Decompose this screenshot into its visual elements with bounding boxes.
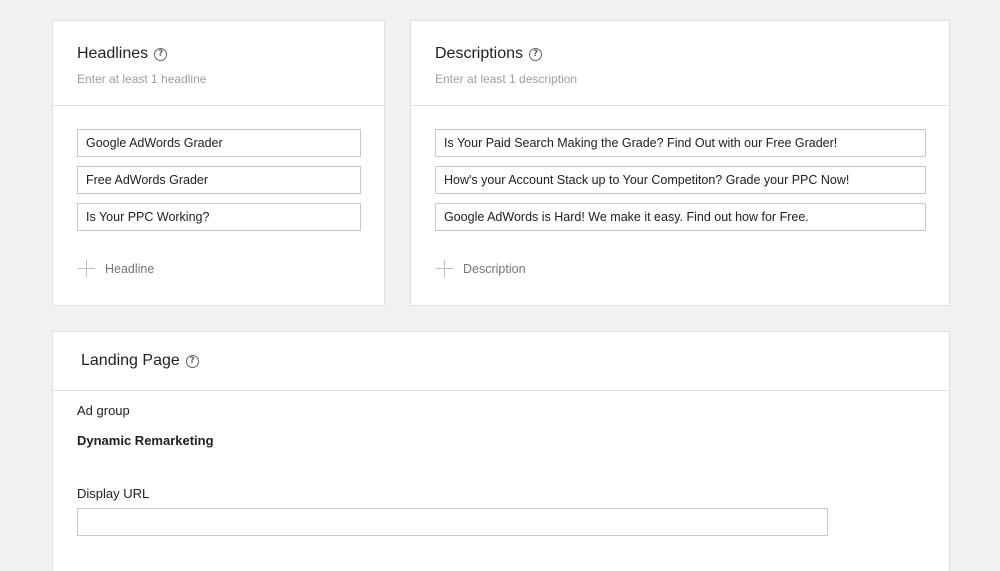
plus-icon <box>78 260 95 277</box>
descriptions-subtitle: Enter at least 1 description <box>435 72 578 86</box>
ad-group-value: Dynamic Remarketing <box>77 433 214 448</box>
headline-field-1[interactable]: Google AdWords Grader <box>77 129 361 157</box>
display-url-label: Display URL <box>77 486 150 501</box>
descriptions-title-text: Descriptions <box>435 45 524 62</box>
add-headline-button[interactable]: Headline <box>78 260 154 277</box>
descriptions-title: Descriptions ? <box>435 45 543 63</box>
headlines-header: Headlines ? Enter at least 1 headline <box>53 21 384 106</box>
landing-page-header: Landing Page ? <box>53 332 949 391</box>
headlines-title-text: Headlines <box>77 45 149 62</box>
descriptions-card: Descriptions ? Enter at least 1 descript… <box>410 20 950 306</box>
plus-icon <box>436 260 453 277</box>
headline-field-3[interactable]: Is Your PPC Working? <box>77 203 361 231</box>
headlines-title: Headlines ? <box>77 45 168 63</box>
headline-field-2[interactable]: Free AdWords Grader <box>77 166 361 194</box>
headlines-card: Headlines ? Enter at least 1 headline Go… <box>52 20 385 306</box>
description-field-1[interactable]: Is Your Paid Search Making the Grade? Fi… <box>435 129 926 157</box>
display-url-input[interactable] <box>77 508 828 536</box>
add-description-button[interactable]: Description <box>436 260 526 277</box>
landing-page-card: Landing Page ? Ad group Dynamic Remarket… <box>52 331 950 571</box>
help-circle-icon[interactable]: ? <box>185 354 199 368</box>
help-circle-icon[interactable]: ? <box>154 47 168 61</box>
add-headline-label: Headline <box>105 261 155 276</box>
help-circle-icon[interactable]: ? <box>529 47 543 61</box>
headlines-subtitle: Enter at least 1 headline <box>77 72 207 86</box>
landing-page-title: Landing Page ? <box>81 352 199 370</box>
landing-page-title-text: Landing Page <box>81 352 180 369</box>
ad-group-label: Ad group <box>77 403 130 418</box>
descriptions-header: Descriptions ? Enter at least 1 descript… <box>411 21 949 106</box>
description-field-2[interactable]: How's your Account Stack up to Your Comp… <box>435 166 926 194</box>
description-field-3[interactable]: Google AdWords is Hard! We make it easy.… <box>435 203 926 231</box>
add-description-label: Description <box>463 261 526 276</box>
